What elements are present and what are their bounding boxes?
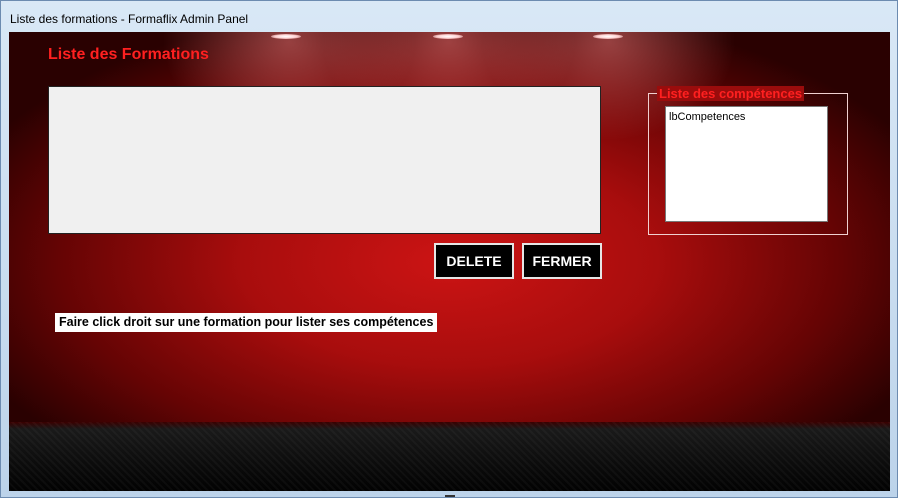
stage-floor — [9, 422, 890, 491]
delete-button[interactable]: DELETE — [434, 243, 514, 279]
spotlight-icon — [271, 34, 301, 39]
resize-grip-icon — [445, 495, 455, 497]
window-title: Liste des formations - Formaflix Admin P… — [10, 12, 249, 26]
client-area: Liste des Formations DELETE FERMER Faire… — [9, 32, 890, 491]
competences-groupbox: Liste des compétences lbCompetences — [648, 86, 848, 235]
competences-listbox[interactable]: lbCompetences — [665, 106, 828, 222]
competences-group-title: Liste des compétences — [657, 86, 805, 101]
hint-label: Faire click droit sur une formation pour… — [55, 313, 438, 332]
app-window: Liste des formations - Formaflix Admin P… — [0, 0, 898, 498]
page-title: Liste des Formations — [48, 46, 209, 63]
fermer-button[interactable]: FERMER — [522, 243, 602, 279]
title-bar[interactable]: Liste des formations - Formaflix Admin P… — [1, 1, 897, 31]
formations-listbox[interactable] — [48, 86, 601, 234]
list-item[interactable]: lbCompetences — [669, 111, 745, 123]
spotlight-icon — [593, 34, 623, 39]
spotlight-icon — [433, 34, 463, 39]
